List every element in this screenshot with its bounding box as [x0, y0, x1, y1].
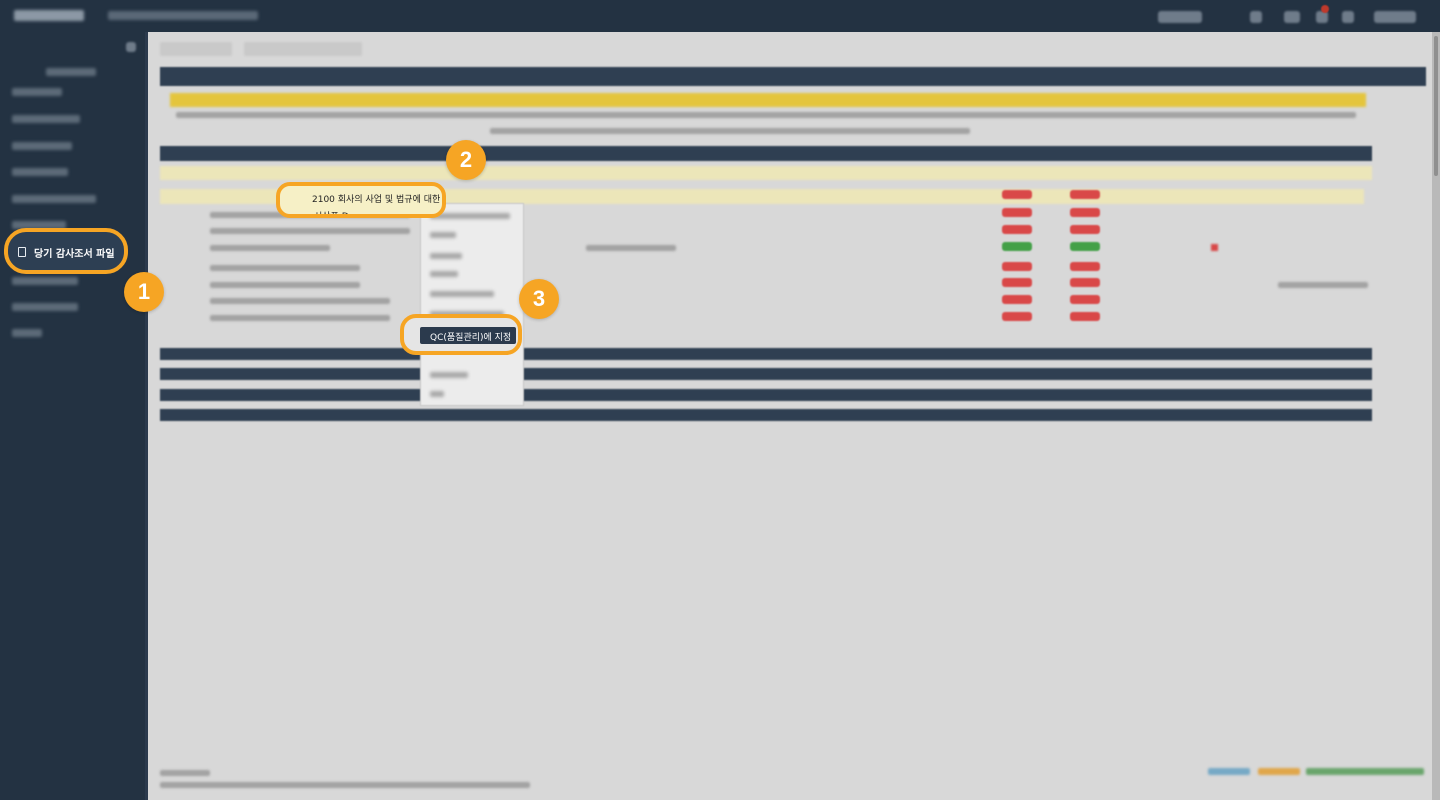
menu-item[interactable]: [430, 232, 456, 238]
assign-qc-label: QC(품질관리)에 지정: [430, 333, 512, 343]
table-row[interactable]: [210, 228, 410, 234]
tooltip-sub-text: 시산표 Demo: [314, 212, 369, 218]
footer-label: [160, 770, 210, 776]
section-header[interactable]: [160, 389, 1372, 401]
legend-item: [1258, 768, 1300, 775]
status-pill: [1070, 312, 1100, 321]
callout-badge-1: 1: [124, 272, 164, 312]
tab[interactable]: [160, 42, 232, 56]
home-icon[interactable]: [1250, 11, 1262, 23]
status-pill: [1002, 312, 1032, 321]
scrollbar-thumb[interactable]: [1434, 36, 1438, 176]
table-cell: [1278, 282, 1368, 288]
table-row[interactable]: [210, 315, 390, 321]
flag-icon[interactable]: [1211, 244, 1218, 251]
notification-badge: [1321, 5, 1329, 13]
status-pill: [1002, 190, 1032, 199]
sidebar-heading: [46, 68, 96, 76]
status-pill: [1002, 208, 1032, 217]
menu-item[interactable]: [430, 391, 444, 397]
sidebar-item[interactable]: [12, 277, 78, 285]
table-header: [170, 93, 1366, 107]
sidebar-item[interactable]: [12, 168, 68, 176]
sidebar-item[interactable]: [12, 142, 72, 150]
table-row[interactable]: [210, 245, 330, 251]
section-header[interactable]: [160, 146, 1372, 161]
status-pill: [1002, 242, 1032, 251]
section-header[interactable]: [160, 368, 1372, 380]
user-menu[interactable]: [1374, 11, 1416, 23]
status-pill: [1070, 262, 1100, 271]
sidebar-item-current-audit-file[interactable]: 당기 감사조서 파일: [4, 228, 128, 274]
status-pill: [1002, 278, 1032, 287]
sidebar: [0, 32, 145, 800]
sidebar-item[interactable]: [12, 115, 80, 123]
table-row[interactable]: [210, 282, 360, 288]
sidebar-item-label: 당기 감사조서 파일: [34, 249, 115, 260]
sidebar-item[interactable]: [12, 303, 78, 311]
status-pill: [1070, 242, 1100, 251]
status-pill: [1070, 278, 1100, 287]
legend-item: [1208, 768, 1250, 775]
status-pill: [1002, 295, 1032, 304]
sidebar-item[interactable]: [12, 88, 62, 96]
menu-item[interactable]: [430, 372, 468, 378]
tab[interactable]: [244, 42, 362, 56]
menu-item[interactable]: [430, 271, 458, 277]
callout-badge-2: 2: [446, 140, 486, 180]
document-icon: [18, 247, 26, 257]
top-bar: [0, 0, 1440, 32]
breadcrumb: [108, 11, 258, 20]
help-icon[interactable]: [1342, 11, 1354, 23]
toolbar: [160, 67, 1426, 86]
context-menu: [420, 203, 524, 406]
tooltip-main-text: 2100 회사의 사업 및 법규에 대한 이해: [312, 195, 446, 205]
status-pill: [1002, 225, 1032, 234]
footer-note: [160, 782, 530, 788]
status-pill: [1070, 190, 1100, 199]
sidebar-item[interactable]: [12, 195, 96, 203]
callout-badge-3: 3: [519, 279, 559, 319]
table-cell: [586, 245, 676, 251]
status-pill: [1070, 225, 1100, 234]
table-row[interactable]: [210, 265, 360, 271]
column-headers: [176, 112, 1356, 118]
table-row[interactable]: [210, 298, 390, 304]
menu-item[interactable]: [430, 253, 462, 259]
message-icon[interactable]: [1284, 11, 1300, 23]
sub-headers: [490, 128, 970, 134]
status-pill: [1002, 262, 1032, 271]
app-logo: [14, 10, 84, 21]
menu-item[interactable]: [430, 291, 494, 297]
sidebar-item[interactable]: [12, 329, 42, 337]
context-menu-highlight: QC(품질관리)에 지정: [400, 314, 522, 355]
status-pill: [1070, 295, 1100, 304]
legend-item: [1306, 768, 1424, 775]
assign-qc-menu-item[interactable]: QC(품질관리)에 지정: [420, 327, 516, 344]
account-tooltip: 2100 회사의 사업 및 법규에 대한 이해 시산표 Demo: [276, 182, 446, 218]
status-pill: [1070, 208, 1100, 217]
group-row[interactable]: [160, 166, 1372, 180]
section-header[interactable]: [160, 409, 1372, 421]
collapse-icon[interactable]: [126, 42, 136, 52]
language-selector[interactable]: [1158, 11, 1202, 23]
section-header[interactable]: [160, 348, 1372, 360]
menu-item[interactable]: [430, 213, 510, 219]
